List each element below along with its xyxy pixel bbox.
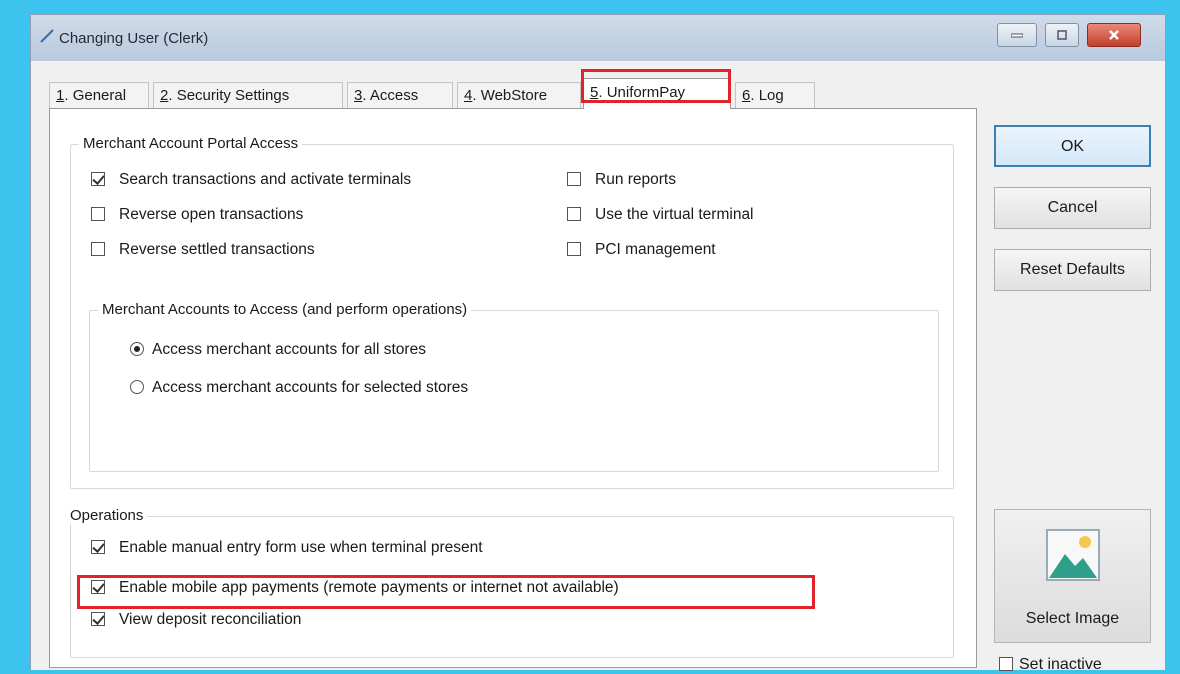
radio-button[interactable]: [130, 342, 144, 356]
tab-general[interactable]: 1. General: [49, 82, 149, 108]
mobile-payments-highlight-box: [77, 575, 815, 609]
portal-access-group: Merchant Account Portal Access Search tr…: [70, 135, 954, 489]
pencil-icon: [40, 29, 54, 43]
checkbox-reverse-open[interactable]: Reverse open transactions: [91, 206, 303, 224]
image-icon: [1046, 529, 1100, 581]
checkbox[interactable]: [91, 612, 105, 626]
checkbox-pci-management[interactable]: PCI management: [567, 241, 716, 259]
merchant-accounts-group: Merchant Accounts to Access (and perform…: [89, 301, 939, 472]
checkbox-set-inactive[interactable]: Set inactive: [999, 656, 1102, 674]
tab-security-settings[interactable]: 2. Security Settings: [153, 82, 343, 108]
close-icon: [1109, 30, 1119, 40]
dialog-body: 1. General 2. Security Settings 3. Acces…: [31, 61, 1165, 673]
cancel-button[interactable]: Cancel: [994, 187, 1151, 229]
reset-defaults-button[interactable]: Reset Defaults: [994, 249, 1151, 291]
checkbox-run-reports[interactable]: Run reports: [567, 171, 676, 189]
ok-button[interactable]: OK: [994, 125, 1151, 167]
dialog-window: Changing User (Clerk) 1. General 2. Secu…: [30, 14, 1166, 673]
merchant-accounts-title: Merchant Accounts to Access (and perform…: [98, 301, 472, 318]
checkbox-search-transactions[interactable]: Search transactions and activate termina…: [91, 171, 411, 189]
radio-all-stores[interactable]: Access merchant accounts for all stores: [130, 341, 426, 359]
checkbox[interactable]: [91, 242, 105, 256]
tab-log[interactable]: 6. Log: [735, 82, 815, 108]
portal-access-title: Merchant Account Portal Access: [79, 135, 303, 152]
checkbox[interactable]: [91, 207, 105, 221]
tab-access[interactable]: 3. Access: [347, 82, 453, 108]
checkbox[interactable]: [567, 172, 581, 186]
checkbox-reverse-settled[interactable]: Reverse settled transactions: [91, 241, 315, 259]
checkbox[interactable]: [91, 172, 105, 186]
maximize-button[interactable]: [1045, 23, 1079, 47]
checkbox[interactable]: [567, 242, 581, 256]
window-title: Changing User (Clerk): [59, 30, 209, 47]
operations-title: Operations: [70, 507, 148, 524]
radio-button[interactable]: [130, 380, 144, 394]
tab-highlight-box: [581, 69, 731, 103]
title-bar[interactable]: Changing User (Clerk): [31, 15, 1165, 61]
tab-webstore[interactable]: 4. WebStore: [457, 82, 581, 108]
minimize-icon: [1011, 33, 1023, 38]
select-image-button[interactable]: Select Image: [994, 509, 1151, 643]
checkbox[interactable]: [91, 540, 105, 554]
minimize-button[interactable]: [997, 23, 1037, 47]
maximize-icon: [1057, 30, 1067, 40]
radio-selected-stores[interactable]: Access merchant accounts for selected st…: [130, 379, 468, 397]
checkbox-virtual-terminal[interactable]: Use the virtual terminal: [567, 206, 754, 224]
checkbox[interactable]: [567, 207, 581, 221]
select-image-label: Select Image: [1025, 610, 1120, 627]
checkbox-deposit-reconciliation[interactable]: View deposit reconciliation: [91, 611, 301, 629]
checkbox-manual-entry[interactable]: Enable manual entry form use when termin…: [91, 539, 483, 557]
close-button[interactable]: [1087, 23, 1141, 47]
